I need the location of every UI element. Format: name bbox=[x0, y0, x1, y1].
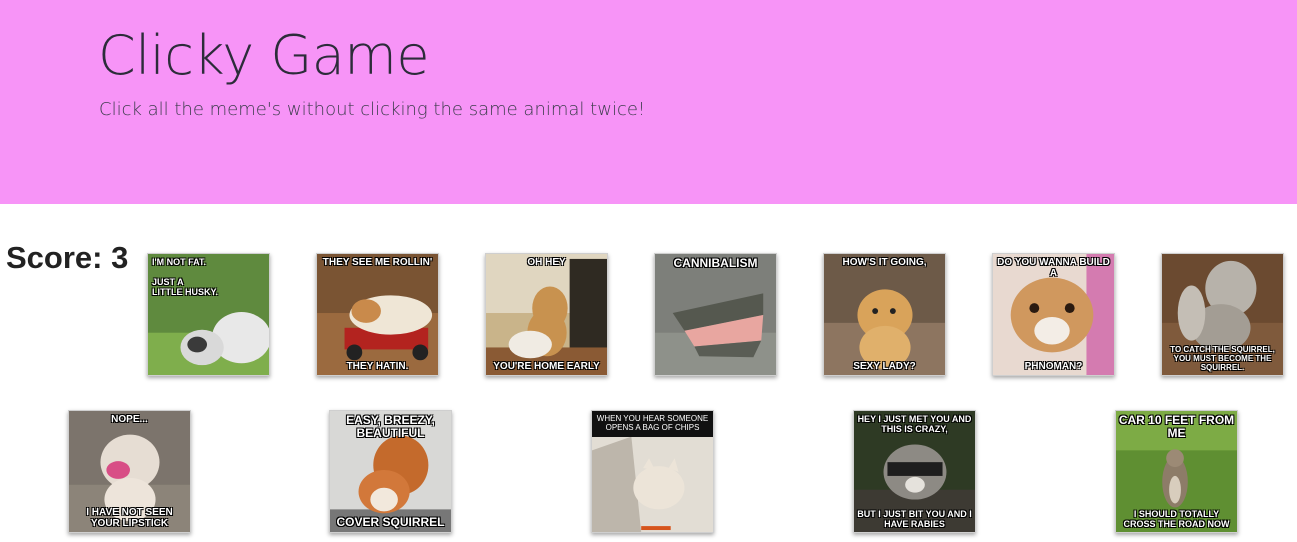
jumbotron-header: Clicky Game Click all the meme's without… bbox=[0, 0, 1297, 204]
meme-caption-top: CANNIBALISM bbox=[673, 256, 758, 270]
meme-caption-top: When you hear someone opens a bag of chi… bbox=[596, 414, 709, 432]
meme-caption-top: DO YOU WANNA BUILD A bbox=[997, 257, 1110, 279]
meme-card-squirrel[interactable]: EASY, BREEZY, BEAUTIFUL COVER SQUIRREL bbox=[329, 410, 452, 533]
meme-card-alligator[interactable]: CANNIBALISM bbox=[654, 253, 777, 376]
meme-card-shih-tzu[interactable]: NOPE... I HAVE NOT SEEN YOUR LIPSTICK bbox=[68, 410, 191, 533]
meme-caption-top: NOPE... bbox=[111, 414, 148, 425]
meme-card-pug[interactable]: OH HEY YOU'RE HOME EARLY bbox=[485, 253, 608, 376]
meme-caption-bottom: SEXY LADY? bbox=[853, 361, 916, 372]
meme-card-squirrel-standing[interactable]: CAR 10 FEET FROM ME I SHOULD TOTALLY CRO… bbox=[1115, 410, 1238, 533]
meme-caption-top: EASY, BREEZY, BEAUTIFUL bbox=[346, 413, 435, 440]
meme-caption-bottom: COVER SQUIRREL bbox=[336, 515, 445, 529]
meme-caption-bottom: TO CATCH THE SQUIRREL, YOU MUST BECOME T… bbox=[1170, 345, 1275, 372]
page-subtitle: Click all the meme's without clicking th… bbox=[99, 99, 646, 120]
meme-card-puppy[interactable]: HOW'S IT GOING, SEXY LADY? bbox=[823, 253, 946, 376]
meme-caption-bottom: PHNOMAN? bbox=[1024, 361, 1083, 372]
meme-card-raccoon[interactable]: HEY I JUST MET YOU AND THIS IS CRAZY, BU… bbox=[853, 410, 976, 533]
meme-card-squirrel-dog[interactable]: TO CATCH THE SQUIRREL, YOU MUST BECOME T… bbox=[1161, 253, 1284, 376]
meme-caption-bottom: I SHOULD TOTALLY CROSS THE ROAD NOW bbox=[1123, 509, 1230, 529]
meme-caption-bottom: THEY HATIN. bbox=[346, 361, 409, 372]
meme-caption-top: HEY I JUST MET YOU AND THIS IS CRAZY, bbox=[857, 414, 972, 434]
pug-image bbox=[486, 254, 607, 375]
meme-card-guinea-pig[interactable]: THEY SEE ME ROLLIN' THEY HATIN. bbox=[316, 253, 439, 376]
alligator-image bbox=[655, 254, 776, 375]
meme-caption-top: HOW'S IT GOING, bbox=[842, 257, 927, 268]
meme-caption-bottom: YOU'RE HOME EARLY bbox=[493, 361, 600, 372]
meme-card-chihuahua[interactable]: DO YOU WANNA BUILD A PHNOMAN? bbox=[992, 253, 1115, 376]
guinea-pig-image bbox=[317, 254, 438, 375]
puppy-image bbox=[824, 254, 945, 375]
score-display: Score: 3 bbox=[6, 240, 129, 275]
page-title: Clicky Game bbox=[98, 24, 430, 87]
meme-caption-top: CAR 10 FEET FROM ME bbox=[1118, 413, 1235, 440]
meme-caption-bottom: I HAVE NOT SEEN YOUR LIPSTICK bbox=[86, 507, 173, 529]
meme-caption-top: THEY SEE ME ROLLIN' bbox=[322, 257, 433, 268]
meme-caption-top: I'M NOT FAT. JUST A LITTLE HUSKY. bbox=[152, 257, 219, 297]
meme-caption-top: OH HEY bbox=[527, 257, 566, 268]
meme-card-husky[interactable]: I'M NOT FAT. JUST A LITTLE HUSKY. bbox=[147, 253, 270, 376]
meme-card-dog-in-box[interactable]: When you hear someone opens a bag of chi… bbox=[591, 410, 714, 533]
meme-caption-bottom: BUT I JUST BIT YOU AND I HAVE RABIES bbox=[857, 509, 972, 529]
